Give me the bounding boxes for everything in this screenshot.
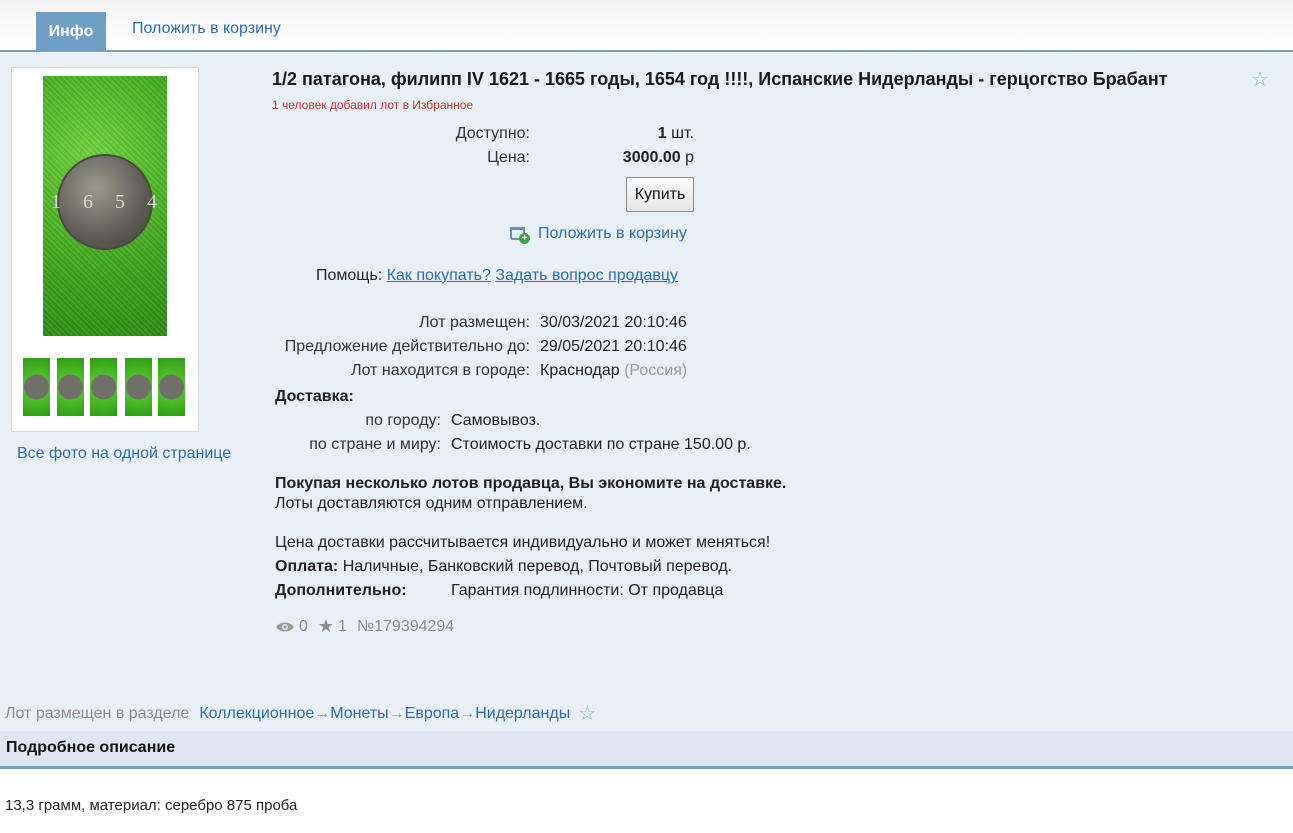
thumbnail[interactable] (125, 358, 152, 416)
breadcrumb-item-collectibles[interactable]: Коллекционное (199, 705, 314, 723)
favorites-note: 1 человек добавил лот в Избранное (272, 98, 474, 112)
thumbnail[interactable] (23, 358, 50, 416)
star-icon[interactable]: ☆ (1251, 67, 1269, 92)
tabs-bar: Инфо Положить в корзину (0, 0, 1293, 52)
delivery-calc-note: Цена доставки рассчитывается индивидуаль… (275, 534, 771, 551)
add-to-cart-link[interactable]: + Положить в корзину (508, 224, 687, 244)
valid-until-value: 29/05/2021 20:10:46 (540, 338, 687, 355)
views-count: 0 (299, 617, 308, 635)
description-text: 13,3 грамм, материал: серебро 875 проба (5, 797, 298, 814)
city-value: Краснодар (Россия) (540, 362, 688, 379)
thumbnail[interactable] (90, 358, 117, 416)
extra-label: Дополнительно: (275, 582, 407, 599)
lot-number: №179394294 (356, 617, 455, 635)
price-value: 3000.00 р (622, 149, 694, 166)
shipping-combined-note: Лоты доставляются одним отправлением. (275, 495, 588, 512)
lot-title: 1/2 патагона, филипп IV 1621 - 1665 годы… (272, 69, 1168, 89)
main-photo[interactable]: 1654 (43, 76, 167, 336)
extra-value: Гарантия подлинности: От продавца (451, 582, 724, 599)
price-label: Цена: (487, 149, 530, 166)
available-label: Доступно: (455, 125, 530, 142)
payment-row: Оплата: Наличные, Банковский перевод, По… (275, 558, 733, 575)
add-to-cart-label: Положить в корзину (538, 225, 687, 242)
breadcrumb: Лот размещен в разделе Коллекционное → Мо… (5, 701, 597, 726)
lot-stats: 0 ★ 1 №179394294 (275, 616, 454, 637)
buy-button[interactable]: Купить (626, 177, 694, 212)
lot-panel: 1654 Все фото на одной странице 1/2 пата… (0, 53, 1293, 731)
world-delivery-value: Стоимость доставки по стране 150.00 р. (451, 436, 751, 453)
coin-image: 1654 (51, 154, 157, 250)
placed-value: 30/03/2021 20:10:46 (540, 314, 687, 331)
breadcrumb-prefix: Лот размещен в разделе (5, 704, 190, 722)
breadcrumb-item-coins[interactable]: Монеты (330, 705, 388, 723)
star-count-icon: ★ (317, 616, 335, 636)
available-value: 1 шт. (657, 125, 694, 142)
photo-gallery: 1654 (11, 67, 199, 432)
stars-count: 1 (338, 617, 347, 635)
description-title: Подробное описание (6, 739, 176, 756)
help-row: Помощь: Как покупать? Задать вопрос прод… (316, 267, 679, 284)
tab-add-to-cart[interactable]: Положить в корзину (132, 20, 281, 38)
thumbnail[interactable] (158, 358, 185, 416)
ask-seller-link[interactable]: Задать вопрос продавцу (495, 267, 678, 284)
thumbnail[interactable] (57, 358, 84, 416)
delivery-heading: Доставка: (275, 388, 354, 405)
placed-label: Лот размещен: (419, 314, 530, 331)
world-delivery-label: по стране и миру: (309, 436, 441, 453)
how-to-buy-link[interactable]: Как покупать? (387, 267, 491, 284)
city-delivery-value: Самовывоз. (451, 412, 541, 429)
city-delivery-label: по городу: (365, 412, 441, 429)
eye-icon (276, 622, 294, 631)
breadcrumb-item-netherlands[interactable]: Нидерланды (475, 705, 570, 723)
tab-info[interactable]: Инфо (36, 12, 106, 52)
cart-add-icon: + (508, 224, 530, 244)
city-label: Лот находится в городе: (351, 362, 530, 379)
breadcrumb-item-europe[interactable]: Европа (405, 705, 460, 723)
star-icon[interactable]: ☆ (578, 701, 596, 726)
shipping-savings-note: Покупая несколько лотов продавца, Вы эко… (275, 475, 787, 492)
valid-until-label: Предложение действительно до: (284, 338, 530, 355)
all-photos-link[interactable]: Все фото на одной странице (17, 445, 231, 463)
description-header: Подробное описание (0, 731, 1293, 769)
thumbnail-strip (23, 358, 189, 416)
